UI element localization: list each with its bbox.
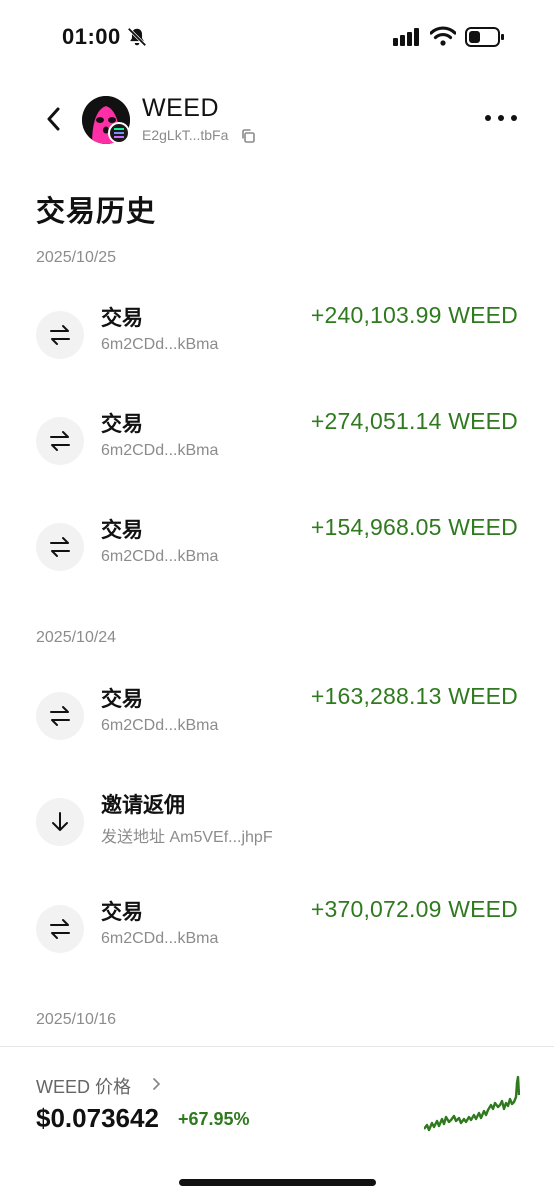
- date-header: 2025/10/24: [36, 629, 117, 646]
- page-title: 交易历史: [36, 196, 157, 228]
- transaction-row[interactable]: 交易 6m2CDd...kBma +154,968.05 WEED: [0, 514, 554, 594]
- transaction-row[interactable]: 交易 6m2CDd...kBma +240,103.99 WEED: [0, 302, 554, 382]
- transaction-amount: +154,968.05 WEED: [310, 514, 518, 540]
- transaction-row[interactable]: 交易 6m2CDd...kBma +274,051.14 WEED: [0, 408, 554, 488]
- transaction-amount: +163,288.13 WEED: [310, 683, 518, 709]
- transaction-row[interactable]: 交易 6m2CDd...kBma +370,072.09 WEED: [0, 896, 554, 976]
- copy-icon[interactable]: [240, 128, 256, 144]
- transaction-address: 6m2CDd...kBma: [101, 930, 219, 947]
- transaction-address: 发送地址 Am5VEf...jhpF: [101, 829, 273, 846]
- token-name: WEED: [142, 94, 219, 122]
- transaction-title: 邀请返佣: [101, 794, 185, 817]
- cellular-signal-icon: [393, 28, 419, 46]
- swap-icon: [36, 311, 84, 359]
- bell-muted-icon: [127, 27, 147, 47]
- transaction-title: 交易: [101, 307, 143, 330]
- home-indicator[interactable]: [179, 1179, 376, 1186]
- transaction-address: 6m2CDd...kBma: [101, 442, 219, 459]
- price-panel[interactable]: WEED 价格 $0.073642 +67.95%: [0, 1046, 554, 1200]
- more-options-icon[interactable]: [484, 108, 518, 128]
- date-header: 2025/10/25: [36, 249, 117, 266]
- price-value: $0.073642: [36, 1103, 159, 1133]
- transaction-amount: +274,051.14 WEED: [310, 408, 518, 434]
- transaction-title: 交易: [101, 688, 143, 711]
- price-label: WEED 价格: [36, 1077, 132, 1097]
- transaction-title: 交易: [101, 901, 143, 924]
- wifi-icon: [430, 26, 456, 46]
- transaction-row[interactable]: 交易 6m2CDd...kBma +163,288.13 WEED: [0, 683, 554, 763]
- transaction-amount: +370,072.09 WEED: [310, 896, 518, 922]
- transaction-row[interactable]: 邀请返佣 发送地址 Am5VEf...jhpF: [0, 789, 554, 869]
- date-header: 2025/10/16: [36, 1011, 117, 1028]
- transaction-amount: +240,103.99 WEED: [310, 302, 518, 328]
- price-change: +67.95%: [178, 1109, 250, 1129]
- transaction-title: 交易: [101, 519, 143, 542]
- transaction-title: 交易: [101, 413, 143, 436]
- transaction-address: 6m2CDd...kBma: [101, 336, 219, 353]
- chevron-right-icon: [153, 1078, 160, 1090]
- status-time: 01:00: [62, 24, 121, 49]
- token-address[interactable]: E2gLkT...tbFa: [142, 127, 228, 143]
- status-bar: 01:00: [0, 0, 554, 70]
- swap-icon: [36, 417, 84, 465]
- back-chevron-icon[interactable]: [42, 104, 66, 134]
- solana-chain-icon: [108, 122, 130, 144]
- arrow-down-icon: [36, 798, 84, 846]
- battery-icon: [465, 27, 504, 47]
- transaction-address: 6m2CDd...kBma: [101, 717, 219, 734]
- swap-icon: [36, 905, 84, 953]
- transaction-address: 6m2CDd...kBma: [101, 548, 219, 565]
- price-sparkline: [424, 1075, 520, 1132]
- swap-icon: [36, 523, 84, 571]
- swap-icon: [36, 692, 84, 740]
